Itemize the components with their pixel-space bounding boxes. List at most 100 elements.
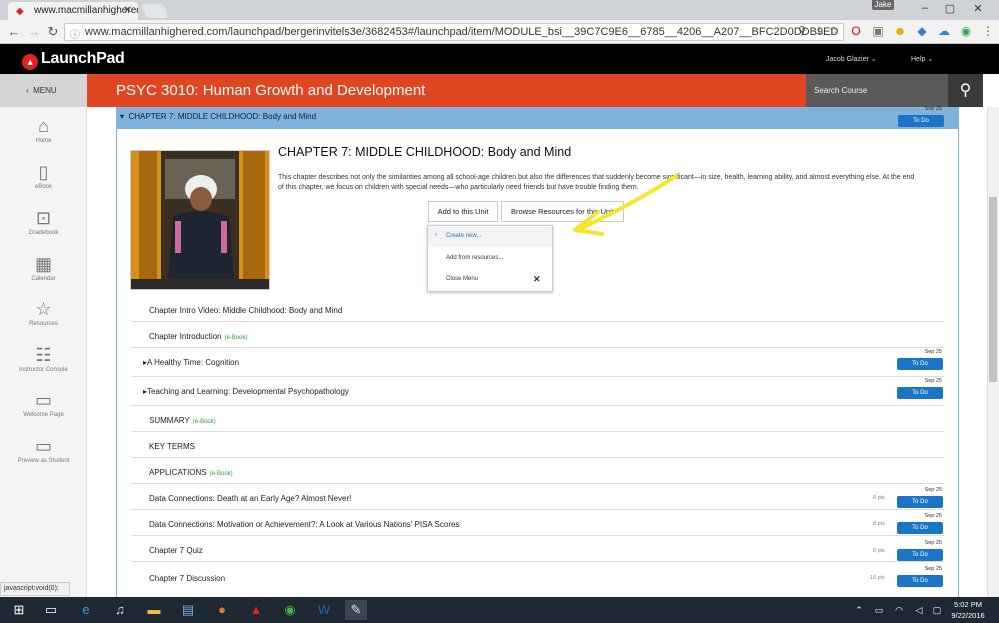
item-title[interactable]: ▸A Healthy Time: Cognition [143, 358, 239, 367]
sidebar-item-instructor-console[interactable]: ☷ Instructor Console [0, 345, 87, 373]
chrome-icon[interactable]: ◉ [279, 600, 301, 620]
pin-icon[interactable]: ⊥ [811, 24, 827, 37]
item-title[interactable]: Data Connections: Death at an Early Age?… [149, 494, 351, 503]
menu-label: MENU [33, 86, 57, 95]
todo-button[interactable]: To Do [897, 549, 943, 561]
battery-icon[interactable]: ▭ [868, 600, 890, 620]
close-icon[interactable]: ✕ [533, 274, 541, 285]
item-title[interactable]: Chapter 7 Quiz [149, 546, 203, 555]
todo-button[interactable]: To Do [897, 496, 943, 508]
scrollbar-thumb[interactable] [989, 197, 997, 382]
todo-button[interactable]: To Do [897, 358, 943, 370]
launchpad-logo[interactable]: ▲ LaunchPad [22, 50, 125, 70]
list-item[interactable]: Data Connections: Death at an Early Age?… [131, 484, 944, 510]
sidebar-item-ebook[interactable]: ▯ eBook [0, 162, 87, 190]
list-item[interactable]: Data Connections: Motivation or Achievem… [131, 510, 944, 536]
browser-tab[interactable]: ◆ www.macmillanhighered ✕ [8, 2, 138, 20]
list-item[interactable]: Chapter 7 Discussion [131, 562, 944, 588]
menu-item-label: Create new... [446, 233, 482, 239]
launchpad-logo-icon: ▲ [22, 54, 38, 70]
item-title[interactable]: SUMMARY [149, 416, 190, 425]
search-icon[interactable]: ⚲ [948, 74, 983, 107]
chapter-todo-button[interactable]: To Do [898, 115, 944, 127]
edge-icon[interactable]: e [75, 600, 97, 620]
points: 8 pts [873, 495, 885, 501]
page-info-icon[interactable]: ⓘ [70, 26, 80, 40]
tray-up-icon[interactable]: ⌃ [848, 600, 870, 620]
list-item[interactable]: Chapter Introduction (e-Book) [131, 322, 944, 348]
item-title[interactable]: KEY TERMS [149, 442, 195, 451]
itunes-icon[interactable]: ♫ [109, 600, 131, 620]
item-title[interactable]: APPLICATIONS [149, 468, 207, 477]
firefox-icon[interactable]: ● [211, 600, 233, 620]
item-tag[interactable]: (e-Book) [225, 335, 248, 341]
chapter-bar-title[interactable]: ▾ CHAPTER 7: MIDDLE CHILDHOOD: Body and … [120, 112, 316, 121]
task-view-icon[interactable]: ▭ [40, 600, 62, 620]
chapter-photo [130, 150, 270, 290]
browser-profile[interactable]: Jake [872, 0, 894, 10]
list-item[interactable]: ▸A Healthy Time: Cognition [131, 348, 944, 377]
forward-icon[interactable]: → [26, 24, 42, 39]
item-title[interactable]: Chapter 7 Discussion [149, 574, 225, 583]
browse-resources-button[interactable]: Browse Resources for this Unit [501, 201, 624, 222]
maximize-icon[interactable]: ▢ [940, 2, 960, 15]
sidebar-item-label: Welcome Page [23, 412, 64, 418]
file-explorer-icon[interactable]: ▬ [143, 600, 165, 620]
list-item[interactable]: SUMMARY (e-Book) [131, 406, 944, 432]
sidebar-item-gradebook[interactable]: ⊡ Gradebook [0, 208, 87, 236]
todo-button[interactable]: To Do [897, 387, 943, 399]
list-item[interactable]: Chapter 7 Quiz [131, 536, 944, 562]
list-item[interactable]: KEY TERMS [131, 432, 944, 458]
minimize-icon[interactable]: – [915, 2, 935, 14]
sidebar-item-calendar[interactable]: ▦ Calendar [0, 254, 87, 282]
address-bar[interactable]: ⓘ www.macmillanhighered.com/launchpad/be… [64, 23, 844, 41]
todo-button[interactable]: To Do [897, 575, 943, 587]
acrobat-icon[interactable]: ▲ [245, 600, 267, 620]
menu-item-add-from-resources[interactable]: Add from resources... [428, 249, 552, 269]
item-tag[interactable]: (e-Book) [210, 471, 233, 477]
windows-start-icon[interactable]: ⊞ [8, 600, 30, 620]
item-title[interactable]: Data Connections: Motivation or Achievem… [149, 520, 459, 529]
word-icon[interactable]: W [313, 600, 335, 620]
item-tag[interactable]: (e-Book) [193, 419, 216, 425]
sidebar-item-label: eBook [34, 184, 52, 190]
taskbar-clock[interactable]: 5:02 PM 9/22/2016 [944, 599, 992, 621]
sidebar-item-home[interactable]: ⌂ Home [0, 116, 87, 144]
list-item[interactable]: APPLICATIONS (e-Book) [131, 458, 944, 484]
menu-item-create-new[interactable]: › Create new... [428, 227, 552, 247]
menu-item-close-menu[interactable]: Close Menu ✕ [428, 270, 552, 290]
list-item[interactable]: Chapter Intro Video: Middle Childhood: B… [131, 296, 944, 322]
chevron-left-icon: ‹ [26, 86, 29, 95]
add-to-unit-button[interactable]: Add to this Unit [428, 201, 498, 222]
zoom-search-icon[interactable]: ⚲ [794, 24, 810, 37]
close-tab-icon[interactable]: ✕ [124, 5, 132, 16]
item-title[interactable]: Chapter Intro Video: Middle Childhood: B… [149, 306, 342, 315]
new-tab-button[interactable] [141, 4, 169, 18]
dropbox-extension-icon[interactable]: ◆ [914, 24, 930, 38]
opera-extension-icon[interactable]: O [848, 24, 864, 38]
menu-toggle[interactable]: ‹ MENU [0, 74, 87, 107]
item-title[interactable]: ▸Teaching and Learning: Developmental Ps… [143, 387, 349, 396]
list-item[interactable]: ▸Teaching and Learning: Developmental Ps… [131, 377, 944, 406]
new-extension-icon[interactable]: ◉ [958, 24, 974, 38]
app-icon[interactable]: ▤ [177, 600, 199, 620]
wifi-icon[interactable]: ◠ [888, 600, 910, 620]
reload-icon[interactable]: ↻ [45, 24, 61, 40]
bookmark-star-icon[interactable]: ☆ [826, 24, 842, 37]
extension-icon[interactable]: ▣ [870, 24, 886, 38]
active-app-icon[interactable]: ✎ [345, 600, 367, 620]
cloud-extension-icon[interactable]: ☁ [936, 24, 952, 38]
user-menu[interactable]: Jacob Glazier ⌄ [826, 55, 877, 63]
back-icon[interactable]: ← [6, 24, 22, 39]
emoji-extension-icon[interactable]: ☻ [892, 24, 908, 38]
sidebar-item-resources[interactable]: ☆ Resources [0, 299, 87, 327]
search-input[interactable]: Search Course [806, 74, 948, 107]
item-title[interactable]: Chapter Introduction [149, 332, 222, 341]
help-menu[interactable]: Help ⌄ [911, 55, 933, 63]
monitor-icon: ▭ [34, 436, 52, 456]
close-window-icon[interactable]: ✕ [968, 2, 988, 15]
sidebar-item-welcome-page[interactable]: ▭ Welcome Page [0, 390, 87, 418]
todo-button[interactable]: To Do [897, 522, 943, 534]
sidebar-item-preview-as-student[interactable]: ▭ Preview as Student [0, 436, 87, 464]
chrome-menu-icon[interactable]: ⋮ [980, 24, 996, 38]
